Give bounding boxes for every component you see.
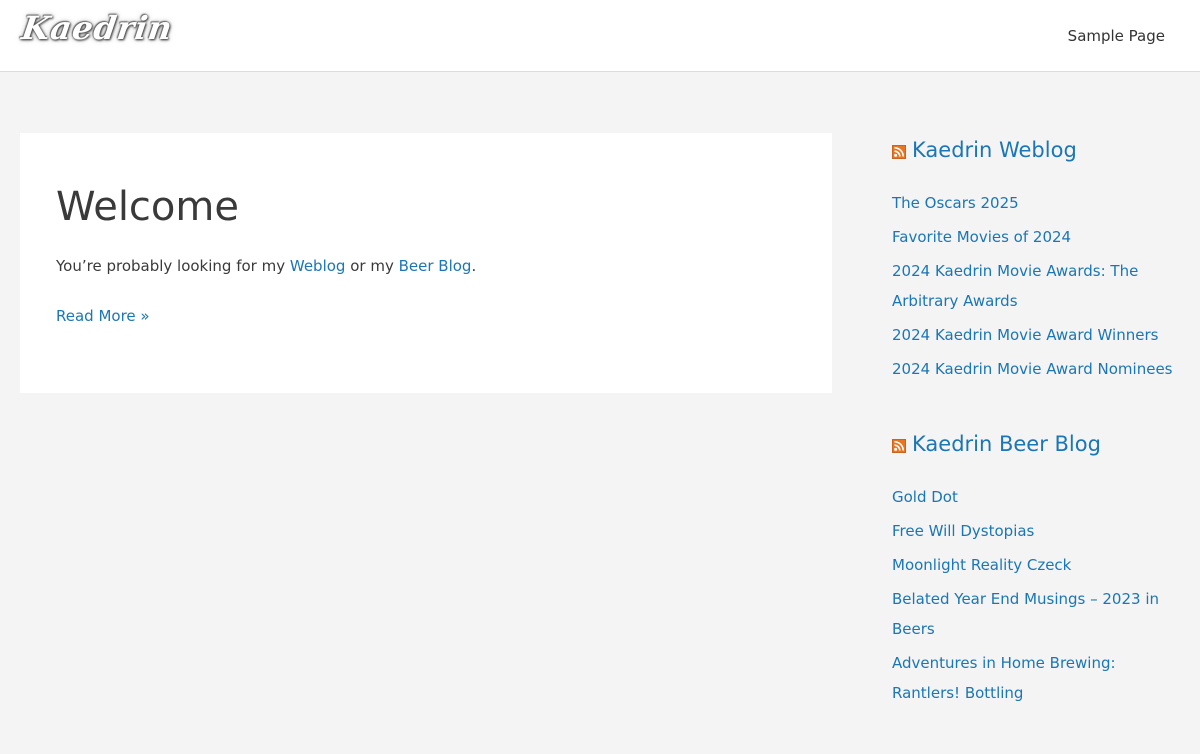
excerpt-middle: or my (345, 257, 399, 275)
weblog-link[interactable]: Weblog (290, 257, 346, 275)
beer-blog-widget-title: Kaedrin Beer Blog (892, 430, 1182, 458)
list-item: Adventures in Home Brewing: Rantlers! Bo… (892, 648, 1182, 708)
weblog-post-link[interactable]: 2024 Kaedrin Movie Award Winners (892, 326, 1158, 344)
weblog-post-list: The Oscars 2025 Favorite Movies of 2024 … (892, 188, 1182, 384)
beer-post-link[interactable]: Moonlight Reality Czeck (892, 556, 1071, 574)
article-card: Welcome You’re probably looking for my W… (20, 133, 832, 393)
read-more-link[interactable]: Read More » (56, 307, 150, 325)
weblog-post-link[interactable]: Favorite Movies of 2024 (892, 228, 1071, 246)
beer-post-link[interactable]: Adventures in Home Brewing: Rantlers! Bo… (892, 654, 1116, 702)
list-item: Free Will Dystopias (892, 516, 1182, 546)
beer-post-link[interactable]: Gold Dot (892, 488, 958, 506)
list-item: Moonlight Reality Czeck (892, 550, 1182, 580)
list-item: 2024 Kaedrin Movie Awards: The Arbitrary… (892, 256, 1182, 316)
list-item: The Oscars 2025 (892, 188, 1182, 218)
weblog-post-link[interactable]: 2024 Kaedrin Movie Award Nominees (892, 360, 1173, 378)
article-excerpt: You’re probably looking for my Weblog or… (56, 257, 476, 275)
excerpt-prefix: You’re probably looking for my (56, 257, 290, 275)
sidebar: Kaedrin Weblog The Oscars 2025 Favorite … (892, 136, 1182, 754)
beer-blog-widget: Kaedrin Beer Blog Gold Dot Free Will Dys… (892, 430, 1182, 708)
list-item: 2024 Kaedrin Movie Award Nominees (892, 354, 1182, 384)
weblog-post-link[interactable]: 2024 Kaedrin Movie Awards: The Arbitrary… (892, 262, 1138, 310)
weblog-widget: Kaedrin Weblog The Oscars 2025 Favorite … (892, 136, 1182, 384)
weblog-title-link[interactable]: Kaedrin Weblog (912, 136, 1077, 164)
list-item: Favorite Movies of 2024 (892, 222, 1182, 252)
list-item: Gold Dot (892, 482, 1182, 512)
excerpt-suffix: . (471, 257, 477, 275)
weblog-post-link[interactable]: The Oscars 2025 (892, 194, 1019, 212)
beer-post-link[interactable]: Belated Year End Musings – 2023 in Beers (892, 590, 1159, 638)
site-logo[interactable]: Kaedrin (19, 9, 175, 47)
site-header: Kaedrin Sample Page (0, 0, 1200, 72)
weblog-widget-title: Kaedrin Weblog (892, 136, 1182, 164)
rss-icon[interactable] (892, 144, 906, 159)
article-title: Welcome (56, 184, 239, 230)
rss-icon[interactable] (892, 438, 906, 453)
beer-post-list: Gold Dot Free Will Dystopias Moonlight R… (892, 482, 1182, 708)
list-item: Belated Year End Musings – 2023 in Beers (892, 584, 1182, 644)
list-item: 2024 Kaedrin Movie Award Winners (892, 320, 1182, 350)
beer-blog-title-link[interactable]: Kaedrin Beer Blog (912, 430, 1101, 458)
nav-link-sample-page[interactable]: Sample Page (1068, 27, 1165, 45)
beer-post-link[interactable]: Free Will Dystopias (892, 522, 1034, 540)
beer-blog-link[interactable]: Beer Blog (399, 257, 472, 275)
